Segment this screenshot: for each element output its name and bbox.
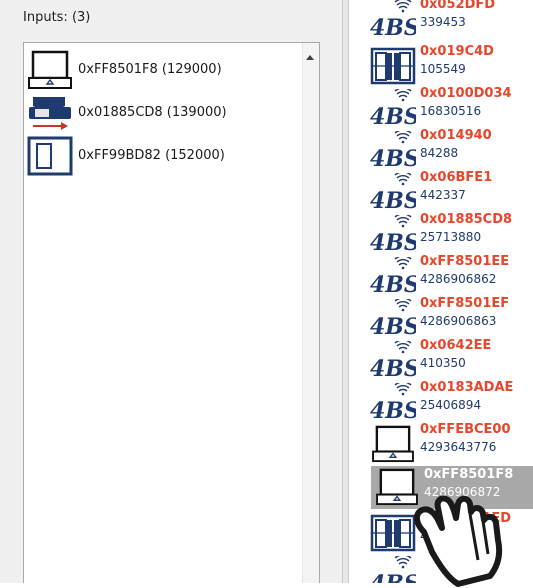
scroll-up-arrow-icon[interactable] — [306, 55, 314, 60]
4bs-sensor-icon — [370, 173, 416, 211]
hand-pointer-icon — [414, 495, 503, 587]
4bs-sensor-icon — [370, 341, 416, 379]
device-number: 442337 — [420, 188, 466, 202]
device-item[interactable]: 0x0183ADAE 25406894 — [367, 379, 533, 421]
inputs-list[interactable]: 0xFF8501F8 (129000) 0x01885CD8 (139000) … — [23, 42, 320, 583]
4bs-sensor-icon — [370, 131, 416, 169]
device-item[interactable]: 0xFF8501EF 4286906863 — [367, 295, 533, 337]
input-item-label: 0x01885CD8 (139000) — [78, 105, 227, 120]
device-address: 0x019C4D — [420, 44, 494, 59]
device-number: 339453 — [420, 15, 466, 29]
input-item[interactable]: 0xFF8501F8 (129000) — [25, 50, 297, 90]
device-number: 105549 — [420, 62, 466, 76]
device-address: 0x0100D034 — [420, 86, 512, 101]
device-address: 0xFF8501F8 — [424, 467, 514, 482]
panel-splitter[interactable] — [342, 0, 349, 583]
4bs-sensor-icon — [370, 383, 416, 421]
monitor-icon — [27, 50, 73, 90]
device-item[interactable]: 0x014940 84288 — [367, 127, 533, 169]
device-address: 0x052DFD — [420, 0, 496, 12]
device-number: 4286906862 — [420, 272, 497, 286]
device-number: 4286906863 — [420, 314, 497, 328]
device-number: 4293643776 — [420, 440, 497, 454]
input-item[interactable]: 0xFF99BD82 (152000) — [25, 136, 297, 176]
input-item[interactable]: 0x01885CD8 (139000) — [25, 93, 297, 133]
device-address: 0xFF8501EE — [420, 254, 510, 269]
device-item[interactable]: 0xFFEBCE00 4293643776 — [367, 421, 533, 463]
device-address: 0x014940 — [420, 128, 492, 143]
monitor-icon — [370, 425, 416, 463]
inputs-title: Inputs: (3) — [23, 10, 91, 25]
device-number: 84288 — [420, 146, 459, 160]
door-icon — [27, 136, 73, 176]
device-address: 0xFFEBCE00 — [420, 422, 511, 437]
device-item[interactable]: 0x0100D034 16830516 — [367, 85, 533, 127]
4bs-sensor-icon — [370, 299, 416, 337]
projector-icon — [27, 93, 73, 133]
device-item[interactable]: 0x019C4D 105549 — [367, 43, 533, 85]
device-address: 0x06BFE1 — [420, 170, 493, 185]
window-icon — [370, 47, 416, 85]
device-number: 410350 — [420, 356, 466, 370]
input-item-label: 0xFF99BD82 (152000) — [78, 148, 225, 163]
device-item[interactable]: 0x06BFE1 442337 — [367, 169, 533, 211]
device-address: 0x0642EE — [420, 338, 492, 353]
device-number: 25713880 — [420, 230, 482, 244]
inputs-scrollbar[interactable] — [302, 43, 319, 583]
device-item[interactable]: 0x0642EE 410350 — [367, 337, 533, 379]
device-address: 0xFF8501EF — [420, 296, 510, 311]
4bs-sensor-icon — [370, 215, 416, 253]
inputs-panel: Inputs: (3) 0xFF8501F8 (129000) 0x01885C… — [0, 0, 342, 583]
device-item[interactable]: 0x01885CD8 25713880 — [367, 211, 533, 253]
4bs-sensor-icon — [370, 89, 416, 127]
device-number: 25406894 — [420, 398, 482, 412]
input-item-label: 0xFF8501F8 (129000) — [78, 62, 222, 77]
device-item[interactable]: 0xFF8501EE 4286906862 — [367, 253, 533, 295]
device-item[interactable]: 0x052DFD 339453 — [367, 0, 533, 38]
device-number: 16830516 — [420, 104, 482, 118]
4bs-sensor-icon — [370, 0, 416, 38]
device-address: 0x0183ADAE — [420, 380, 514, 395]
4bs-sensor-icon — [370, 257, 416, 295]
device-address: 0x01885CD8 — [420, 212, 513, 227]
